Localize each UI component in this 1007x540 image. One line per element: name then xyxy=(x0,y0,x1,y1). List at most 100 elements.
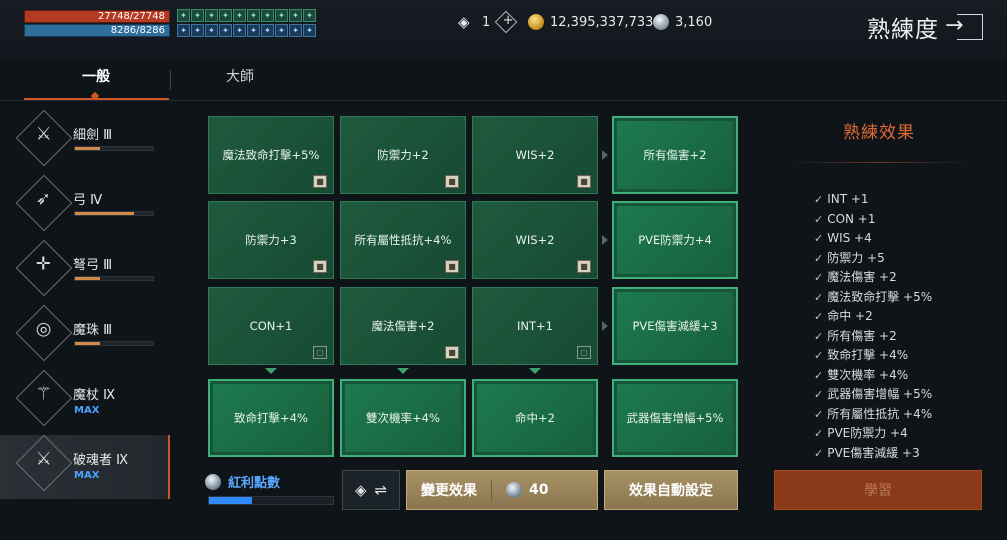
weapon-list: ⚔ 細劍 Ⅲ ➶ 弓 Ⅳ ✛ 弩弓 Ⅲ ◎ 魔珠 Ⅲ ⚚ 魔杖 Ⅸ MAX ⚔ 破魂者 Ⅸ MAX xyxy=(0,109,170,510)
arrow-down-icon xyxy=(265,368,277,374)
diamond-icon: ◈ xyxy=(458,13,470,31)
buff-icon: ✦ xyxy=(303,9,316,22)
arrow-down-icon xyxy=(397,368,409,374)
silver-currency: 3,160 xyxy=(653,12,712,32)
effect-item: ✓ INT +1 xyxy=(814,190,994,210)
buff-icon: ✦ xyxy=(275,23,288,37)
mastery-cell-label: 所有屬性抵抗+4% xyxy=(354,233,452,247)
mastery-cell[interactable]: INT+1 □ xyxy=(472,287,598,365)
silver-coin-icon xyxy=(653,14,669,30)
mastery-cell[interactable]: PVE防禦力+4 xyxy=(612,201,738,279)
mastery-cell-label: 魔法致命打擊+5% xyxy=(222,148,320,162)
weapon-item[interactable]: ◎ 魔珠 Ⅲ xyxy=(0,304,170,369)
check-icon: ✓ xyxy=(814,290,824,304)
weapon-item[interactable]: ⚔ 破魂者 Ⅸ MAX xyxy=(0,434,170,499)
buff-icon: ✦ xyxy=(219,9,232,22)
weapon-name: 弩弓 Ⅲ xyxy=(73,258,113,273)
tab-general[interactable]: 一般 xyxy=(82,66,110,86)
weapon-item[interactable]: ✛ 弩弓 Ⅲ xyxy=(0,239,170,304)
effect-text: INT +1 xyxy=(827,192,869,206)
auto-set-effect-button[interactable]: 效果自動設定 xyxy=(604,470,738,510)
mastery-cell[interactable]: PVE傷害減緩+3 xyxy=(612,287,738,365)
buff-icon: ✦ xyxy=(233,9,246,22)
effect-text: 雙次機率 +4% xyxy=(827,367,909,382)
weapon-icon: ⚔ xyxy=(15,434,73,492)
mp-bar: 8286/8286 xyxy=(24,24,170,37)
arrow-down-icon xyxy=(529,368,541,374)
mastery-cell[interactable]: 命中+2 xyxy=(472,379,598,457)
effects-title: 熟練效果 xyxy=(843,123,915,143)
change-effect-cost: 40 xyxy=(506,482,548,498)
check-icon: ✓ xyxy=(814,446,824,460)
arrow-right-icon xyxy=(602,150,608,160)
mastery-cell[interactable]: 雙次機率+4% xyxy=(340,379,466,457)
hp-value: 27748/27748 xyxy=(98,11,165,22)
weapon-progress-fill xyxy=(75,342,100,345)
diamond-currency: ◈ 1 xyxy=(458,10,518,34)
bonus-label: 紅利點數 xyxy=(228,476,281,491)
mastery-cell[interactable]: 防禦力+3 ■ xyxy=(208,201,334,279)
lock-icon: ■ xyxy=(445,260,459,273)
effect-text: 魔法致命打擊 +5% xyxy=(827,289,933,304)
check-icon: ✓ xyxy=(814,310,824,323)
page-title: 熟練度 xyxy=(867,17,939,43)
weapon-progress-bar xyxy=(74,211,154,216)
effect-item: ✓ 魔法傷害 +2 xyxy=(814,268,994,288)
mastery-grid: 魔法致命打擊+5% ■ 防禦力+2 ■ WIS+2 ■ 所有傷害+2 防禦力+3 ■ 所有屬性抵抗… xyxy=(208,116,748,461)
effects-divider xyxy=(784,162,974,163)
change-effect-button[interactable]: 變更效果 40 xyxy=(406,470,598,510)
check-icon: ✓ xyxy=(814,388,824,401)
mastery-cell-label: CON+1 xyxy=(249,319,293,333)
diamond-count: 1 xyxy=(482,14,491,30)
weapon-item[interactable]: ⚚ 魔杖 Ⅸ MAX xyxy=(0,369,170,434)
weapon-progress-bar xyxy=(74,276,154,281)
buff-icon: ✦ xyxy=(233,23,246,37)
effect-item: ✓ PVE傷害減緩 +3 xyxy=(814,444,994,464)
learn-button[interactable]: 學習 xyxy=(774,470,982,510)
swap-diamond-button[interactable]: ◈ ⇌ xyxy=(342,470,400,510)
effect-item: ✓ 所有傷害 +2 xyxy=(814,327,994,347)
weapon-progress-bar xyxy=(74,146,154,151)
mastery-cell[interactable]: WIS+2 ■ xyxy=(472,116,598,194)
mastery-cell[interactable]: 魔法致命打擊+5% ■ xyxy=(208,116,334,194)
effect-text: 武器傷害增幅 +5% xyxy=(827,387,933,401)
weapon-icon: ➶ xyxy=(15,174,73,232)
add-diamond-button[interactable] xyxy=(494,10,518,34)
lock-icon: ■ xyxy=(313,175,327,188)
effects-list: ✓ INT +1 ✓ CON +1 ✓ WIS +4 ✓ 防禦力 +5 ✓ 魔法傷害 +2 ✓ 魔法致… xyxy=(814,190,994,463)
buff-icon: ✦ xyxy=(289,9,302,22)
tab-master[interactable]: 大師 xyxy=(226,66,254,86)
check-icon: ✓ xyxy=(814,349,824,362)
weapon-max-badge: MAX xyxy=(74,470,100,481)
mastery-cell-label: 致命打擊+4% xyxy=(234,411,308,425)
check-icon: ✓ xyxy=(814,407,824,421)
weapon-progress-fill xyxy=(75,147,100,150)
buff-icon: ✦ xyxy=(191,9,204,22)
lock-icon: ■ xyxy=(577,175,591,188)
tab-divider xyxy=(170,70,171,90)
buff-icon: ✦ xyxy=(205,9,218,22)
arrow-right-icon xyxy=(602,235,608,245)
mastery-cell[interactable]: 武器傷害增幅+5% xyxy=(612,379,738,457)
mastery-cell[interactable]: 防禦力+2 ■ xyxy=(340,116,466,194)
exit-icon[interactable] xyxy=(945,13,983,40)
weapon-item[interactable]: ➶ 弓 Ⅳ xyxy=(0,174,170,239)
buff-icon: ✦ xyxy=(247,23,260,37)
unlock-icon: □ xyxy=(577,346,591,359)
effect-text: PVE傷害減緩 +3 xyxy=(827,445,920,460)
mastery-cell[interactable]: 致命打擊+4% xyxy=(208,379,334,457)
mastery-cell[interactable]: WIS+2 ■ xyxy=(472,201,598,279)
buff-icon: ✦ xyxy=(205,23,218,37)
mastery-cell[interactable]: 所有傷害+2 xyxy=(612,116,738,194)
silver-orb-icon xyxy=(506,482,522,498)
button-separator xyxy=(491,480,492,500)
weapon-item[interactable]: ⚔ 細劍 Ⅲ xyxy=(0,109,170,174)
effect-text: 魔法傷害 +2 xyxy=(827,270,897,284)
mastery-cell-label: 防禦力+3 xyxy=(245,233,297,247)
mastery-cell[interactable]: 所有屬性抵抗+4% ■ xyxy=(340,201,466,279)
mastery-cell[interactable]: CON+1 □ xyxy=(208,287,334,365)
weapon-icon: ⚚ xyxy=(15,369,73,427)
mastery-cell[interactable]: 魔法傷害+2 ■ xyxy=(340,287,466,365)
weapon-progress-bar xyxy=(74,341,154,346)
weapon-name: 魔珠 Ⅲ xyxy=(73,323,113,338)
